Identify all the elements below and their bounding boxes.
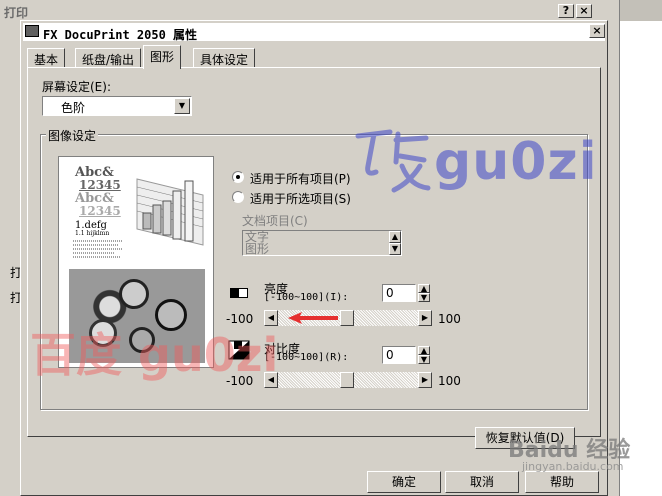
watermark-bottom-left: 百度 gu0zi [30, 328, 279, 382]
radio-apply-selected[interactable] [232, 191, 244, 203]
brightness-down-icon[interactable]: ▼ [418, 293, 430, 302]
preview-text-4: 12345 [79, 204, 121, 218]
brightness-icon [230, 288, 248, 298]
radio-apply-all[interactable] [232, 171, 244, 183]
ok-button[interactable]: 确定 [367, 471, 441, 493]
image-settings-label: 图像设定 [46, 127, 99, 144]
tab-tray-output[interactable]: 纸盘/输出 [75, 48, 142, 68]
radio-apply-selected-label[interactable]: 适用于所选项目(S) [250, 190, 351, 207]
contrast-right-icon[interactable]: ▶ [418, 372, 432, 388]
doc-item-graphics: 图形 [245, 242, 270, 256]
brightness-right-icon[interactable]: ▶ [418, 310, 432, 326]
printer-icon [25, 25, 39, 37]
tab-basic[interactable]: 基本 [27, 48, 66, 68]
screen-setting-value: 色阶 [61, 101, 86, 115]
background-window-title: 打印 [4, 6, 29, 20]
contrast-input[interactable]: 0 [382, 346, 416, 364]
brightness-up-icon[interactable]: ▲ [418, 284, 430, 293]
contrast-max: 100 [438, 374, 461, 388]
chevron-down-icon[interactable]: ▼ [174, 98, 190, 114]
brightness-min: -100 [226, 312, 254, 326]
preview-text-2: 12345 [79, 178, 121, 192]
scroll-up-icon[interactable]: ▲ [389, 231, 401, 243]
dialog-close-button[interactable]: × [589, 24, 605, 38]
tab-details[interactable]: 具体设定 [193, 48, 256, 68]
red-arrow-icon [288, 312, 338, 324]
contrast-up-icon[interactable]: ▲ [418, 346, 430, 355]
contrast-down-icon[interactable]: ▼ [418, 355, 430, 364]
cancel-button[interactable]: 取消 [445, 471, 519, 493]
contrast-slider[interactable]: ◀ ▶ [264, 372, 432, 388]
baidu-watermark-site: jingyan.baidu.com [522, 460, 624, 473]
dialog-titlebar: FX DocuPrint 2050 属性 × [23, 23, 605, 42]
screen-setting-label: 屏幕设定(E): [42, 80, 111, 94]
dialog-title: FX DocuPrint 2050 属性 [43, 28, 198, 42]
brightness-left-icon[interactable]: ◀ [264, 310, 278, 326]
brightness-input[interactable]: 0 [382, 284, 416, 302]
close-title-button[interactable]: × [576, 4, 592, 18]
help-button[interactable]: 帮助 [525, 471, 599, 493]
screen-setting-select[interactable]: 色阶 ▼ [42, 96, 192, 116]
brightness-thumb[interactable] [340, 310, 354, 326]
tab-graphics[interactable]: 图形 [143, 45, 182, 69]
properties-dialog: FX DocuPrint 2050 属性 × 基本 纸盘/输出 图形 具体设定 … [20, 20, 608, 496]
doc-items-list[interactable]: 文字 图形 ▲ ▼ [242, 230, 402, 256]
preview-text-lines [73, 240, 123, 258]
scroll-down-icon[interactable]: ▼ [389, 243, 401, 255]
preview-bar-graph [136, 178, 204, 246]
watermark-center: gu0zi [434, 132, 598, 192]
brightness-range: [-100~100](I): [264, 292, 349, 303]
brightness-max: 100 [438, 312, 461, 326]
handwritten-watermark [350, 126, 432, 196]
help-title-button[interactable]: ? [558, 4, 574, 18]
doc-items-label: 文档项目(C) [242, 214, 308, 228]
contrast-thumb[interactable] [340, 372, 354, 388]
radio-apply-all-label[interactable]: 适用于所有项目(P) [250, 170, 351, 187]
